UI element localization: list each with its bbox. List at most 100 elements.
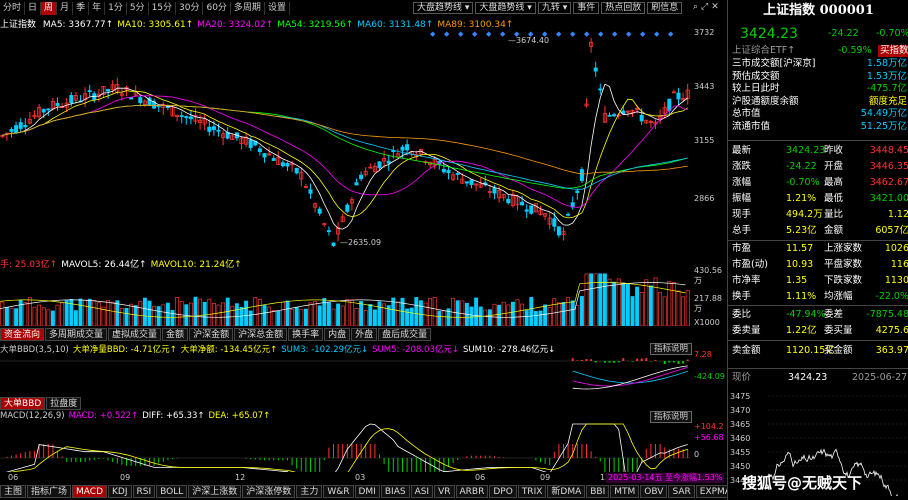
legend-item: MACD(12,26,9) [0, 411, 65, 421]
period-tab[interactable]: 分时 [0, 2, 26, 15]
quote-grid-row: 现手 494.2万 量比 1.12 [728, 209, 908, 221]
volume-bar [207, 298, 212, 326]
indicator-tab[interactable]: SAR [668, 485, 695, 498]
grid-value: 1.12 [887, 209, 908, 220]
volume-bar [239, 306, 244, 326]
top-button[interactable]: 刷信息 [647, 2, 683, 14]
candle-body [575, 190, 580, 194]
grid-value: 3424.23 [786, 145, 826, 156]
indicator-tab[interactable]: 主图 [0, 485, 27, 498]
top-button[interactable]: 九转 [537, 2, 572, 14]
indicator-tab[interactable]: MTM [610, 485, 640, 498]
indicator-tab[interactable]: MACD [72, 485, 108, 498]
indicator-tab[interactable]: TRIX [517, 485, 547, 498]
indicator-tab[interactable]: 拉盘度 [46, 397, 82, 410]
period-tab[interactable]: 60分 [203, 2, 231, 15]
volume-bar [133, 305, 138, 326]
top-button[interactable]: 大盘趋势线 [413, 2, 474, 14]
volume-bar [529, 297, 534, 326]
indicator-tab[interactable]: VR [434, 485, 455, 498]
volume-bar [671, 282, 676, 326]
volume-bar [653, 277, 658, 326]
indicator-tab[interactable]: 换手率 [288, 328, 324, 341]
candlestick-chart[interactable]: ◆ ◆ ◆ ◆ ◆ ◆ ◆ ◆ ◆ ◆ ◆ ◆ ◆ ◆ ◆ ◆ ◆ ◆ [0, 28, 690, 252]
period-tab[interactable]: 季 [73, 2, 90, 15]
volume-bar [96, 302, 101, 326]
divider [728, 240, 908, 241]
top-button[interactable]: 热点回放 [601, 2, 646, 14]
grid-label: 下跌家数 [824, 275, 863, 286]
period-tab[interactable]: 月 [57, 2, 74, 15]
period-tab[interactable]: 周 [41, 2, 58, 15]
zoom-icon[interactable]: ⤢ [701, 2, 708, 12]
volume-bar [23, 302, 28, 326]
x-axis: 0609120306091203 [0, 473, 690, 484]
candle-body [377, 161, 382, 169]
volume-bar [267, 306, 272, 326]
grid-label: 开盘 [824, 161, 844, 172]
indicator-tab[interactable]: 内盘 [324, 328, 351, 341]
y-tick-label: -424.09 [694, 372, 725, 381]
candle-body [280, 162, 285, 167]
indicator-tab[interactable]: 虚拟成交量 [108, 328, 162, 341]
volume-bar [271, 310, 276, 326]
indicator-tab[interactable]: ASI [410, 485, 434, 498]
indicator-tab[interactable]: 金额 [162, 328, 189, 341]
period-tab[interactable]: 日 [25, 2, 42, 15]
candle-body [400, 146, 405, 151]
period-tab[interactable]: 1分 [105, 2, 127, 15]
volume-chart[interactable] [0, 268, 690, 326]
search-icon[interactable]: ⌕ [693, 2, 698, 12]
candle-body [262, 153, 267, 158]
volume-bar [570, 300, 575, 326]
indicator-tab[interactable]: 新DMA [547, 485, 586, 498]
top-button[interactable]: 事件 [573, 2, 600, 14]
close-icon[interactable]: ✕ [711, 2, 719, 12]
mini-y-tick: 3460 [730, 434, 750, 443]
candle-body [41, 109, 46, 113]
indicator-tab[interactable]: W&R [323, 485, 354, 498]
indicator-tab[interactable]: ARBR [455, 485, 489, 498]
top-button[interactable]: 大盘趋势线 [475, 2, 536, 14]
bbd-explain-button[interactable]: 指标说明 [650, 343, 693, 355]
volume-bar [83, 299, 88, 326]
indicator-tab[interactable]: DMI [354, 485, 380, 498]
indicator-tab[interactable]: 外盘 [351, 328, 378, 341]
indicator-tab[interactable]: 沪深上涨数 [188, 485, 242, 498]
volume-bar [685, 290, 690, 326]
indicator-tab[interactable]: 盘后成交量 [378, 328, 432, 341]
grid-label: 均涨幅 [824, 291, 853, 302]
buy-index-button[interactable]: 买指数 [878, 45, 908, 57]
grid-label: 买金额 [824, 345, 853, 356]
indicator-tab[interactable]: BBI [586, 485, 610, 498]
indicator-tab[interactable]: OBV [640, 485, 668, 498]
volume-bar [73, 310, 78, 326]
indicator-tab[interactable]: RSI [132, 485, 156, 498]
indicator-tab[interactable]: 资金流向 [0, 328, 45, 341]
volume-bar [110, 301, 115, 326]
period-tab[interactable]: 15分 [149, 2, 177, 15]
macd-chart[interactable] [0, 422, 690, 472]
period-tab[interactable]: 年 [89, 2, 106, 15]
period-tab[interactable]: 设置 [265, 2, 290, 15]
bbd-chart[interactable] [0, 355, 690, 395]
period-tab[interactable]: 多周期 [231, 2, 265, 15]
indicator-tab[interactable]: 沪深涨停数 [242, 485, 296, 498]
signal-marker: ◆ [458, 30, 464, 38]
indicator-tab[interactable]: KDJ [108, 485, 132, 498]
indicator-tab[interactable]: 沪深金额 [189, 328, 234, 341]
x-tick-label: 06 [475, 473, 486, 482]
period-tab[interactable]: 30分 [176, 2, 204, 15]
indicator-tab[interactable]: 多周期成交量 [45, 328, 108, 341]
period-tab[interactable]: 5分 [127, 2, 149, 15]
grid-label: 委卖量 [732, 325, 761, 336]
indicator-tab[interactable]: 大单BBD [0, 397, 46, 410]
indicator-tab[interactable]: DPO [489, 485, 517, 498]
indicator-tab[interactable]: BOLL [156, 485, 188, 498]
grid-label: 涨幅 [732, 177, 752, 188]
indicator-tab[interactable]: 沪深总金额 [234, 328, 288, 341]
indicator-tab[interactable]: BIAS [380, 485, 410, 498]
volume-bar [630, 296, 635, 326]
indicator-tab[interactable]: 主力 [296, 485, 323, 498]
indicator-tab[interactable]: 指标广场 [27, 485, 72, 498]
